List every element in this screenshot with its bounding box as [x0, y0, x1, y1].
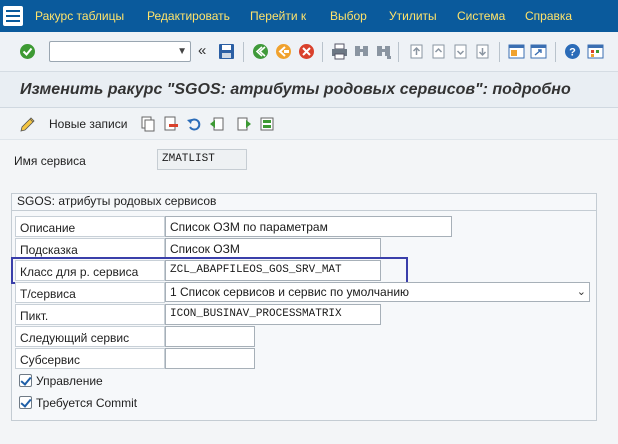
- control-label: Управление: [36, 374, 103, 388]
- description-field[interactable]: Список ОЗМ по параметрам: [165, 216, 452, 237]
- shortcut-icon[interactable]: [530, 43, 547, 60]
- commit-label: Требуется Commit: [36, 396, 138, 410]
- back-icon[interactable]: [252, 43, 269, 60]
- chevron-down-icon[interactable]: ⌄: [577, 285, 586, 298]
- select-block-icon[interactable]: [259, 116, 275, 132]
- toolbar-separator: [322, 42, 323, 62]
- menu-edit[interactable]: Редактировать: [147, 9, 230, 23]
- commit-checkbox[interactable]: [19, 396, 32, 409]
- menu-utilities[interactable]: Утилиты: [389, 9, 437, 23]
- command-field[interactable]: ▼: [49, 41, 191, 62]
- delete-icon[interactable]: [163, 116, 179, 132]
- title-bar: Изменить ракурс "SGOS: атрибуты родовых …: [0, 72, 618, 108]
- menu-system[interactable]: Система: [457, 9, 505, 23]
- standard-toolbar: ▼ « ?: [0, 32, 618, 72]
- undo-change-icon[interactable]: [186, 116, 202, 132]
- exit-icon[interactable]: [275, 43, 292, 60]
- print-icon[interactable]: [331, 43, 348, 60]
- service-name-label: Имя сервиса: [14, 154, 86, 168]
- chevron-down-icon[interactable]: ▼: [177, 46, 187, 57]
- next-service-field[interactable]: [165, 326, 255, 347]
- toolbar-separator: [243, 42, 244, 62]
- copy-as-icon[interactable]: [140, 116, 156, 132]
- subservice-field[interactable]: [165, 348, 255, 369]
- first-page-icon[interactable]: [408, 43, 425, 60]
- application-toolbar: Новые записи: [0, 108, 618, 140]
- new-session-icon[interactable]: [508, 43, 525, 60]
- menu-help[interactable]: Справка: [525, 9, 572, 23]
- sap-menu-icon[interactable]: [2, 5, 24, 27]
- save-icon[interactable]: [218, 43, 235, 60]
- page-title: Изменить ракурс "SGOS: атрибуты родовых …: [20, 81, 571, 98]
- toolbar-separator: [555, 42, 556, 62]
- service-name-field: ZMATLIST: [157, 149, 247, 170]
- last-page-icon[interactable]: [474, 43, 491, 60]
- display-change-icon[interactable]: [19, 116, 36, 133]
- enter-check-icon[interactable]: [19, 43, 36, 60]
- toolbar-separator: [499, 42, 500, 62]
- previous-page-icon[interactable]: [430, 43, 447, 60]
- subservice-label: Субсервис: [20, 353, 80, 367]
- menu-goto[interactable]: Перейти к: [250, 9, 306, 23]
- service-type-label-box: Т/сервиса: [15, 282, 165, 303]
- hint-label-box: Подсказка: [15, 238, 165, 259]
- control-checkbox[interactable]: [19, 374, 32, 387]
- menu-selection[interactable]: Выбор: [330, 9, 367, 23]
- menu-bar: Ракурс таблицы Редактировать Перейти к В…: [0, 0, 618, 32]
- service-type-select[interactable]: 1 Список сервисов и сервис по умолчанию …: [165, 282, 590, 302]
- find-next-icon[interactable]: [375, 43, 392, 60]
- icon-field[interactable]: ICON_BUSINAV_PROCESSMATRIX: [165, 304, 381, 325]
- icon-label-box: Пикт.: [15, 304, 165, 325]
- icon-label: Пикт.: [20, 309, 49, 323]
- new-entries-button[interactable]: Новые записи: [49, 117, 127, 131]
- next-page-icon[interactable]: [452, 43, 469, 60]
- customize-icon[interactable]: [587, 43, 604, 60]
- group-divider: [11, 210, 597, 211]
- toolbar-separator: [398, 42, 399, 62]
- find-icon[interactable]: [353, 43, 370, 60]
- menu-table-view[interactable]: Ракурс таблицы: [35, 9, 124, 23]
- next-service-label-box: Следующий сервис: [15, 326, 165, 347]
- description-label: Описание: [20, 221, 76, 235]
- subservice-label-box: Субсервис: [15, 348, 165, 369]
- highlight-frame: [11, 257, 408, 284]
- cancel-icon[interactable]: [298, 43, 315, 60]
- double-chevron-left-icon[interactable]: «: [198, 42, 206, 59]
- group-title: SGOS: атрибуты родовых сервисов: [17, 194, 217, 208]
- next-entry-icon[interactable]: [236, 116, 252, 132]
- service-type-label: Т/сервиса: [20, 287, 76, 301]
- hint-label: Подсказка: [20, 243, 78, 257]
- service-type-value: 1 Список сервисов и сервис по умолчанию: [170, 285, 410, 299]
- hint-field[interactable]: Список ОЗМ: [165, 238, 381, 259]
- svg-text:?: ?: [569, 47, 576, 59]
- description-label-box: Описание: [15, 216, 165, 237]
- previous-entry-icon[interactable]: [209, 116, 225, 132]
- next-service-label: Следующий сервис: [20, 331, 130, 345]
- help-icon[interactable]: ?: [564, 43, 581, 60]
